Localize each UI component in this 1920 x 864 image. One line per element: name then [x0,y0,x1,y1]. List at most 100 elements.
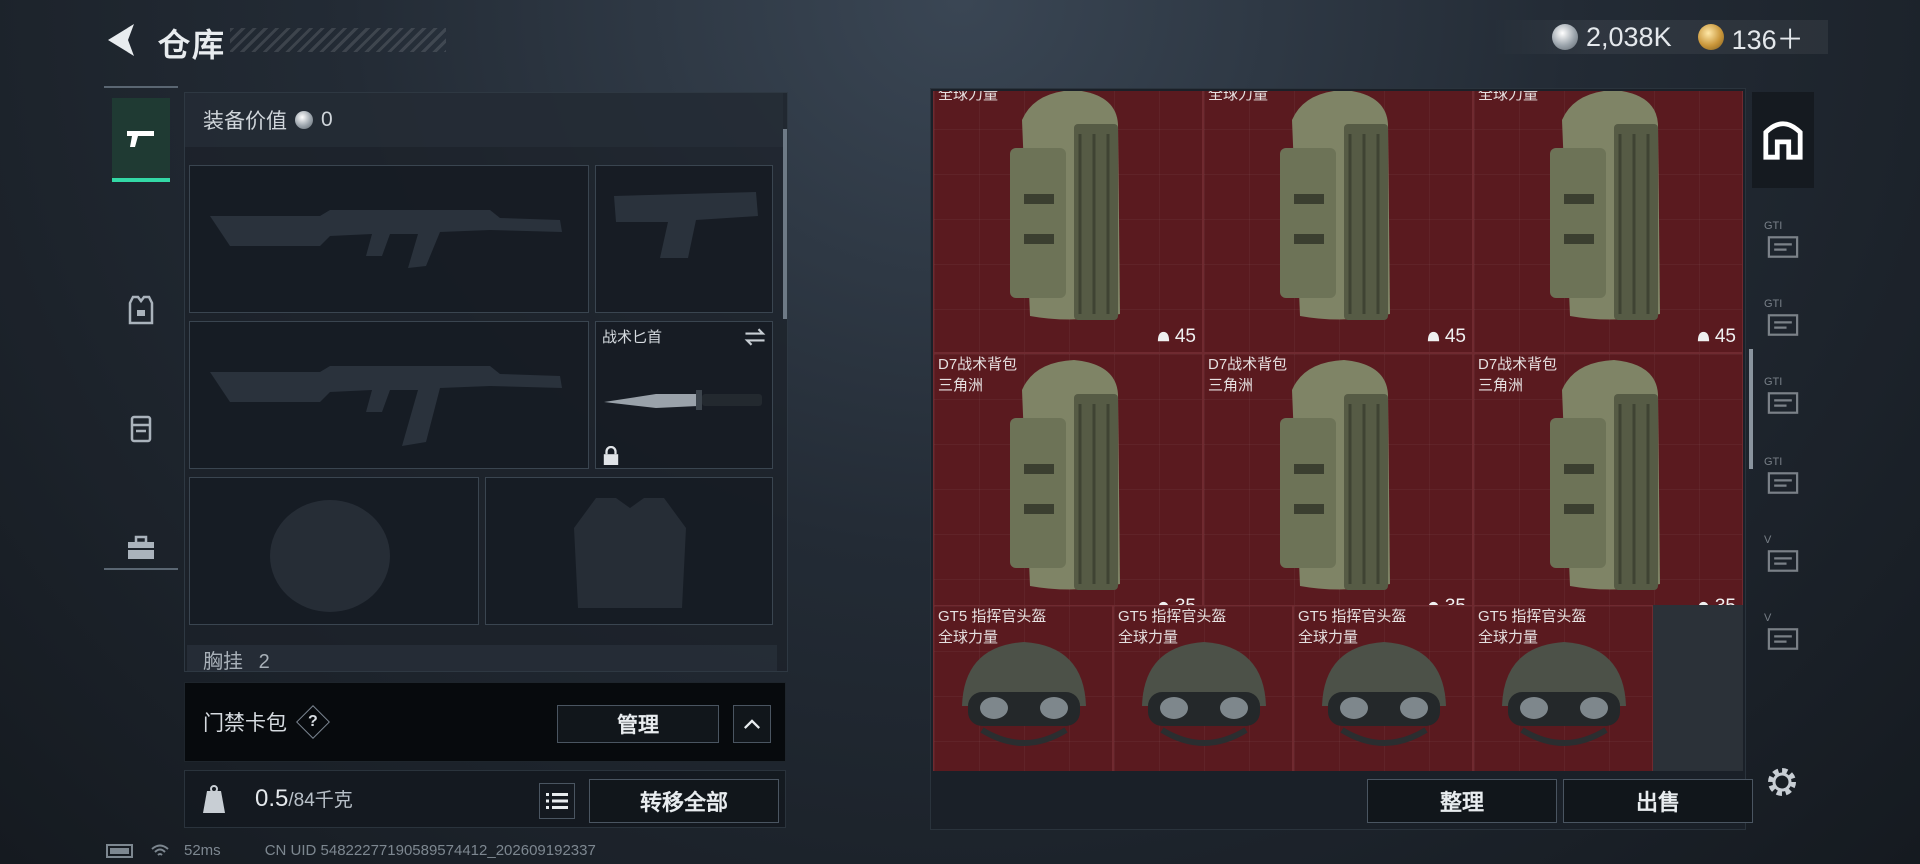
melee-slot[interactable]: 战术匕首 [595,321,773,469]
ping-value: 52ms [184,842,221,859]
backpack-icon [130,415,152,443]
backpack-item-icon [1010,91,1120,320]
weapon-case-icon [1767,550,1799,572]
storage-item-backpack[interactable]: D7战术背包三角洲35 [933,353,1203,623]
storage-item-backpack[interactable]: D7战术背包三角洲35 [1473,353,1743,623]
subtab-label: V [1764,534,1772,546]
subtab-label: GTI [1764,298,1783,310]
item-subtitle: 全球力量 [1298,629,1359,646]
item-durability: 45 [1696,326,1736,348]
helmet-small-icon [1427,331,1439,341]
battery-icon [106,843,133,858]
helmet-small-icon [1697,331,1709,341]
back-arrow-icon[interactable] [100,20,144,60]
rifle-silhouette-icon [210,366,562,446]
helmet-small-icon [1157,331,1169,341]
keycard-pack-bar: 门禁卡包 ? 管理 [184,682,786,762]
max-weight: /84千克 [288,790,353,811]
nav-weapon[interactable] [112,98,170,182]
title-decoration [230,28,446,52]
chest-rig-row[interactable]: 胸挂 2 [187,645,777,672]
swap-icon[interactable] [742,326,768,348]
item-name: D7战术背包 [1208,356,1288,373]
help-icon[interactable]: ? [296,705,330,739]
settings-gear-icon[interactable] [1764,764,1800,800]
weight-bar: 0.5/84千克 转移全部 [184,770,786,828]
equipment-value-label: 装备价值 [203,110,287,133]
sort-button[interactable]: 整理 [1367,779,1557,823]
knife-name: 战术匕首 [602,329,663,346]
uid-text: CN UID 548222771905895744​12_20260919233… [264,842,596,859]
nav-toolbox[interactable] [112,506,170,590]
storage-item-backpack[interactable]: 全球力量 45 [1473,91,1743,353]
weight-readout: 0.5/84千克 [255,785,353,813]
manage-button[interactable]: 管理 [557,705,719,743]
empty-grid-cell[interactable] [1653,605,1743,771]
equipment-scrollbar[interactable] [783,129,787,319]
item-name: 全球力量 [1478,91,1539,103]
storage-item-helmet[interactable]: GT5 指挥官头盔 全球力量 [1473,605,1653,771]
pistol-icon [127,131,154,147]
item-name: 全球力量 [1208,91,1269,103]
equipment-panel: 装备价值 0 战术匕首 胸挂 2 [184,92,788,672]
silver-coin-icon [1552,24,1578,50]
storage-subtab[interactable]: GTI [1756,366,1810,428]
sidearm-slot[interactable] [595,165,773,313]
storage-subtab[interactable]: GTI [1756,446,1810,508]
nav-backpack[interactable] [112,386,170,470]
storage-panel: 全球力量45全球力量45全球力量45D7战术背包三角洲35D7战术背包三角洲35… [930,88,1753,830]
item-subtitle: 全球力量 [1118,629,1179,646]
storage-item-helmet[interactable]: GT5 指挥官头盔 全球力量 [1293,605,1473,771]
silver-coin-icon [295,111,313,129]
item-name: D7战术背包 [1478,356,1558,373]
silver-currency-value: 2,038K [1586,21,1672,52]
gold-currency-value[interactable]: 136＋ [1732,18,1804,57]
nav-armor[interactable] [112,268,170,352]
status-bar: 52ms CN UID 548222771905895744​12_202609… [106,842,596,859]
storage-item-backpack[interactable]: 全球力量 45 [933,91,1203,353]
item-subtitle: 三角洲 [938,377,984,394]
body-armor-slot[interactable] [485,477,773,625]
list-view-button[interactable] [539,783,575,819]
currency-bar: 2,038K 136＋ [1492,18,1828,57]
subtab-label: GTI [1764,220,1783,232]
equipment-value: 0 [321,108,333,131]
collapse-button[interactable] [733,705,771,743]
storage-subtab[interactable]: V [1756,524,1810,586]
item-subtitle: 三角洲 [1208,377,1254,394]
item-name: GT5 指挥官头盔 [1298,608,1407,625]
storage-subtab[interactable]: GTI [1756,288,1810,350]
list-icon [546,793,568,809]
chest-rig-count: 2 [258,651,270,672]
storage-item-backpack[interactable]: 全球力量 45 [1203,91,1473,353]
weapon-case-icon [1767,628,1799,650]
storage-item-backpack[interactable]: D7战术背包三角洲35 [1203,353,1473,623]
subtab-label: V [1764,612,1772,624]
gold-coin-icon [1697,24,1724,50]
keycard-pack-label: 门禁卡包 [203,712,287,735]
sell-button[interactable]: 出售 [1563,779,1753,823]
stash-icon [1763,121,1803,160]
primary-weapon-slot[interactable] [189,165,589,313]
item-durability-value: 45 [1714,326,1736,347]
chest-rig-label: 胸挂 [203,651,243,672]
weight-kg-icon [203,785,225,813]
weapon-case-icon [1767,236,1799,258]
item-name: GT5 指挥官头盔 [1118,608,1227,625]
item-durability: 45 [1156,326,1196,348]
current-weight: 0.5 [255,785,289,812]
item-durability-value: 45 [1444,326,1466,347]
storage-subtab[interactable]: V [1756,602,1810,664]
transfer-all-button[interactable]: 转移全部 [589,779,779,823]
rifle-silhouette-icon [210,210,562,268]
storage-item-helmet[interactable]: GT5 指挥官头盔 全球力量 [1113,605,1293,771]
secondary-weapon-slot[interactable] [189,321,589,469]
helmet-slot[interactable] [189,477,479,625]
subtab-label: GTI [1764,456,1783,468]
stash-tab[interactable] [1752,92,1814,188]
storage-subtab[interactable]: GTI [1756,210,1810,272]
storage-item-helmet[interactable]: GT5 指挥官头盔 全球力量 [933,605,1113,771]
item-name: D7战术背包 [938,356,1018,373]
item-name: GT5 指挥官头盔 [938,608,1047,625]
storage-tabs-rail: GTI GTI GTI GTI V V [1750,92,1816,830]
